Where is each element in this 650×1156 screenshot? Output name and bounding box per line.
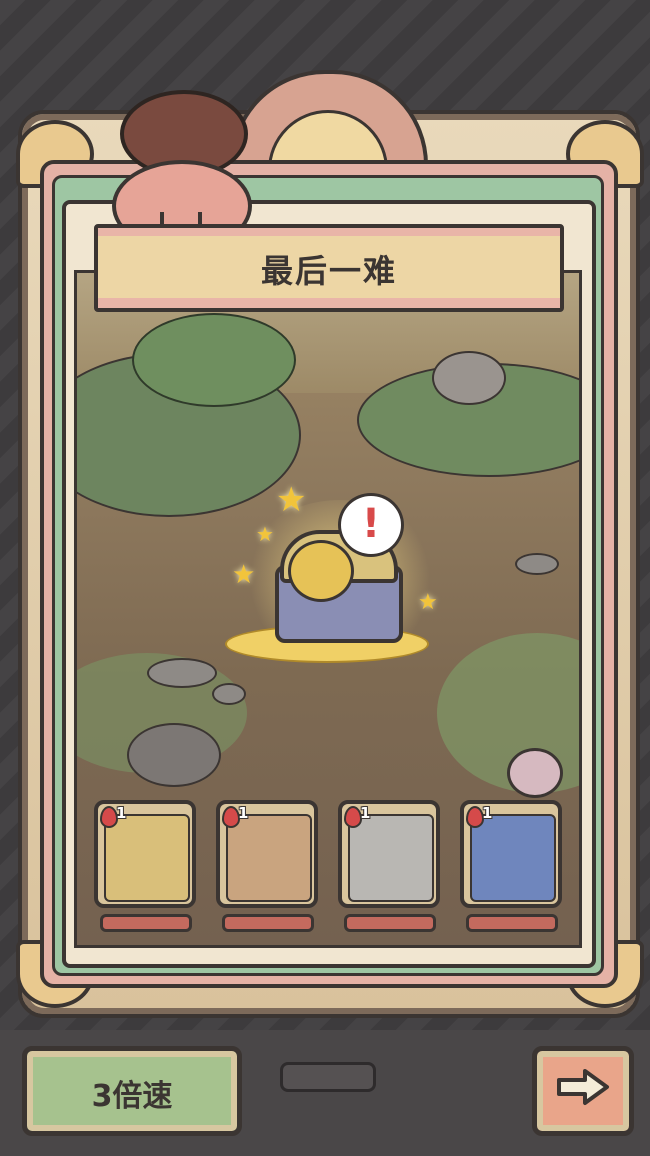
hero-level-badge: 1 [466, 804, 494, 828]
hero-hp-bar-3 [344, 914, 436, 932]
alert-icon: ! [338, 493, 404, 557]
hero-level-badge: 1 [222, 804, 250, 828]
hero-card-4[interactable]: 1 [460, 800, 562, 908]
hero-level-badge: 1 [100, 804, 128, 828]
hero-level: 1 [360, 804, 371, 822]
hero-card-1[interactable]: 1 [94, 800, 196, 908]
hero-level: 1 [482, 804, 493, 822]
boulder [127, 723, 221, 787]
rock-small [212, 683, 246, 705]
hero-hp-bar-4 [466, 914, 558, 932]
sparkle-star-icon: ★ [418, 590, 438, 615]
rock-small-right [515, 553, 559, 575]
speed-label: 3倍速 [91, 1079, 173, 1114]
sparkle-star-icon: ★ [256, 522, 274, 546]
hero-hp-bar-1 [100, 914, 192, 932]
stage-title: 最后一难 [260, 252, 397, 290]
tree-canopy [132, 313, 296, 407]
snail-rock [432, 351, 506, 405]
right-arrow-icon [557, 1069, 609, 1105]
center-plate [280, 1062, 376, 1092]
hero-level: 1 [116, 804, 127, 822]
speed-button[interactable]: 3倍速 [22, 1046, 242, 1136]
sparkle-star-icon: ★ [276, 480, 307, 520]
hero-level: 1 [238, 804, 249, 822]
hero-level-badge: 1 [344, 804, 372, 828]
hero-card-2[interactable]: 1 [216, 800, 318, 908]
stage-title-banner: 最后一难 [94, 224, 564, 312]
golden-elephant-mask-icon [288, 540, 354, 602]
snail-icon [507, 748, 563, 798]
rock [147, 658, 217, 688]
sparkle-star-icon: ★ [232, 560, 256, 590]
next-button[interactable] [532, 1046, 634, 1136]
hero-card-3[interactable]: 1 [338, 800, 440, 908]
hero-hp-bar-2 [222, 914, 314, 932]
